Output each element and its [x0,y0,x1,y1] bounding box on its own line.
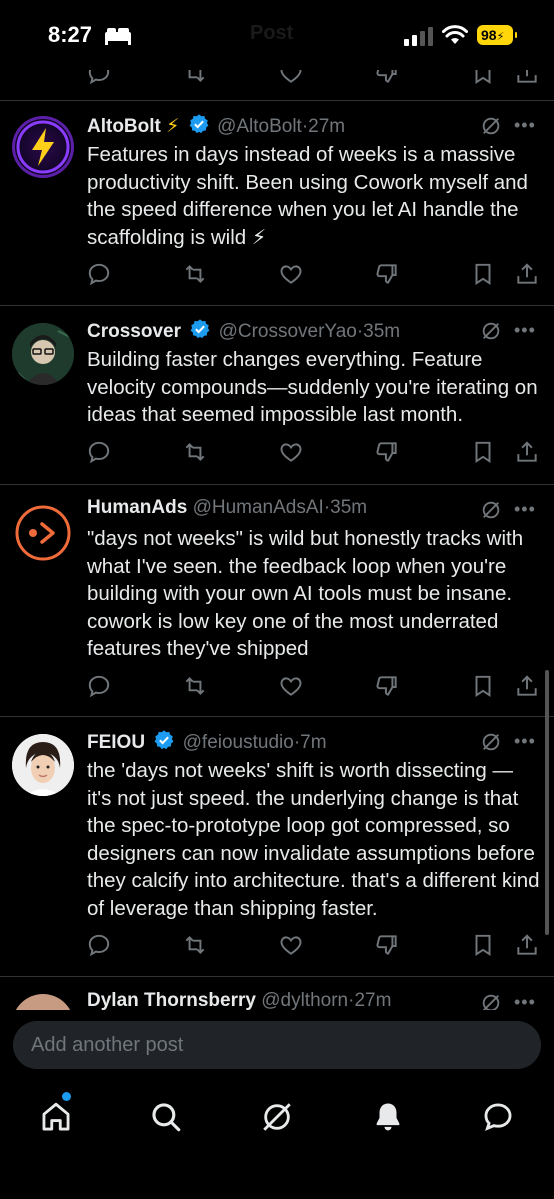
search-icon[interactable] [149,1100,183,1139]
grok-icon[interactable] [480,499,502,526]
add-post-input[interactable]: Add another post [13,1021,541,1069]
post-header: Crossover @CrossoverYao·35m [87,318,400,346]
post-header: FEIOU @feioustudio·7m [87,729,327,757]
grok-icon[interactable] [480,115,502,142]
bookmark-icon[interactable] [470,261,496,292]
header-title-ghost: Post [250,22,294,44]
post-text: Features in days instead of weeks is a m… [87,143,528,249]
post-crossover[interactable]: Crossover @CrossoverYao·35m ••• Building… [0,318,554,483]
messages-icon[interactable] [481,1100,515,1139]
status-bar: 8:27 Post 98⚡ [0,0,554,70]
author-handle[interactable]: @dylthorn [261,990,348,1011]
grok-icon[interactable] [480,320,502,347]
post-divider [0,976,554,977]
reply-icon[interactable] [86,439,112,470]
post-altobolt[interactable]: AltoBolt ⚡ @AltoBolt·27m ••• Features in… [0,113,554,303]
post-divider [0,484,554,485]
post-time[interactable]: 35m [330,497,367,518]
reply-icon[interactable] [86,261,112,292]
bookmark-icon[interactable] [470,673,496,704]
like-icon[interactable] [278,261,304,292]
author-handle[interactable]: @HumanAdsAI [193,497,324,518]
author-name[interactable]: Dylan Thornsberry [87,990,256,1011]
post-text: Building faster changes everything. Feat… [87,348,538,427]
reply-icon[interactable] [86,932,112,963]
share-icon[interactable] [514,932,540,963]
post-humanads[interactable]: HumanAds @HumanAdsAI·35m ••• "days not w… [0,497,554,715]
post-text: the 'days not weeks' shift is worth diss… [87,759,540,920]
dislike-icon[interactable] [374,673,400,704]
post-time[interactable]: 7m [300,732,326,753]
dislike-icon[interactable] [374,439,400,470]
repost-icon[interactable] [182,673,208,704]
avatar[interactable] [12,323,74,385]
cellular-signal-icon [404,26,434,51]
grok-icon[interactable] [480,731,502,758]
verified-badge-icon [188,113,210,141]
avatar[interactable] [12,116,74,178]
verified-badge-icon [189,318,211,346]
post-feiou[interactable]: FEIOU @feioustudio·7m ••• the 'days not … [0,729,554,974]
bookmark-icon[interactable] [470,932,496,963]
more-icon[interactable]: ••• [514,731,536,752]
share-icon[interactable] [514,439,540,470]
author-handle[interactable]: @feioustudio [183,732,294,753]
bottom-tab-bar [0,1086,554,1146]
post-time[interactable]: 27m [354,990,391,1011]
like-icon[interactable] [278,439,304,470]
post-actions [0,932,554,962]
author-handle[interactable]: @CrossoverYao [219,321,357,342]
dislike-icon[interactable] [374,932,400,963]
post-header: HumanAds @HumanAdsAI·35m [87,497,367,525]
home-notification-dot [62,1092,71,1101]
more-icon[interactable]: ••• [514,499,536,520]
author-handle[interactable]: @AltoBolt [217,116,302,137]
status-time: 8:27 [48,22,93,47]
post-header: AltoBolt ⚡ @AltoBolt·27m [87,113,345,141]
like-icon[interactable] [278,673,304,704]
scrollbar[interactable] [545,670,549,935]
share-icon[interactable] [514,261,540,292]
verified-badge-icon [153,729,175,757]
author-name[interactable]: FEIOU [87,732,145,753]
more-icon[interactable]: ••• [514,320,536,341]
home-icon[interactable] [39,1100,73,1139]
author-name[interactable]: Crossover [87,321,181,342]
dislike-icon[interactable] [374,261,400,292]
notifications-icon[interactable] [371,1100,405,1139]
post-actions [0,261,554,291]
post-divider [0,100,554,101]
share-icon[interactable] [514,673,540,704]
wifi-icon [442,24,468,51]
author-name[interactable]: AltoBolt [87,116,161,137]
post-divider [0,716,554,717]
grok-icon[interactable] [260,1100,294,1139]
post-time[interactable]: 27m [308,116,345,137]
battery-level: 98 [481,27,497,43]
repost-icon[interactable] [182,261,208,292]
add-post-placeholder: Add another post [31,1034,184,1056]
post-actions [0,439,554,469]
avatar[interactable] [12,502,74,564]
post-actions [0,673,554,703]
repost-icon[interactable] [182,932,208,963]
battery-indicator: 98⚡ [477,25,517,45]
bookmark-icon[interactable] [470,439,496,470]
more-icon[interactable]: ••• [514,115,536,136]
name-emoji: ⚡ [166,116,180,137]
author-name[interactable]: HumanAds [87,497,187,518]
post-text: "days not weeks" is wild but honestly tr… [87,527,524,661]
post-time[interactable]: 35m [363,321,400,342]
sleep-mode-icon [104,26,132,51]
avatar[interactable] [12,734,74,796]
post-divider [0,305,554,306]
repost-icon[interactable] [182,439,208,470]
reply-icon[interactable] [86,673,112,704]
like-icon[interactable] [278,932,304,963]
